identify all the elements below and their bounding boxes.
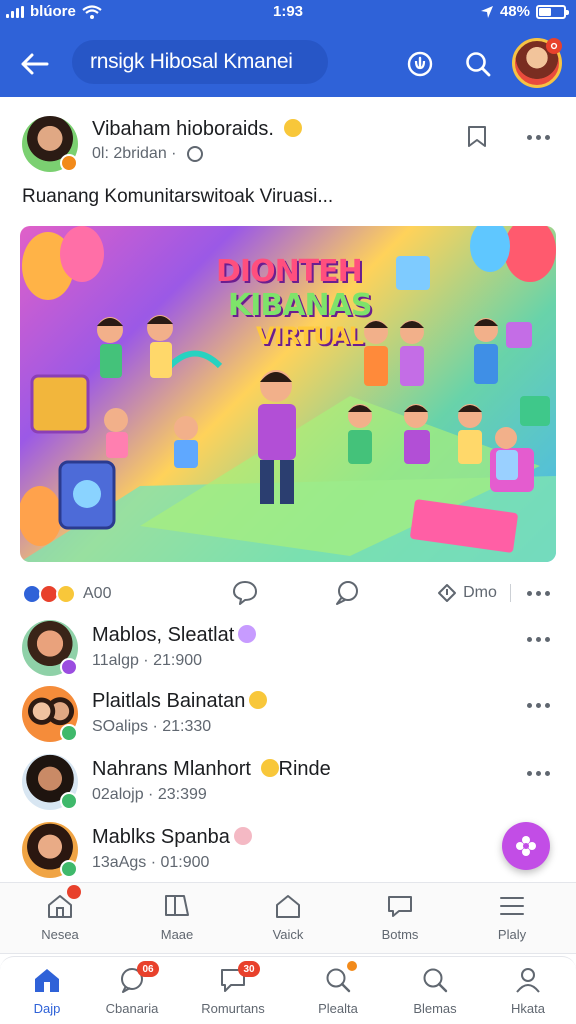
commenter-name[interactable]: Plaitlals Bainatan: [92, 690, 268, 713]
toolbar-badge: [67, 885, 81, 899]
banner-title-line-1: DIONTEH: [216, 254, 363, 289]
commenter-name[interactable]: Mablos, Sleatlat: [92, 624, 257, 647]
comment-more-button[interactable]: [518, 626, 558, 652]
commenter-name[interactable]: Nahrans Mlanhort Rinde: [92, 758, 331, 781]
nav-badge: 30: [238, 961, 260, 977]
battery-percent: 48%: [499, 3, 530, 20]
banner-title-line-3: VIRTUAL: [256, 322, 364, 350]
blush-emoji-icon: [233, 827, 252, 845]
more-dots-icon: [526, 134, 550, 140]
floating-action-button[interactable]: [502, 822, 550, 870]
comment-item[interactable]: Plaitlals Bainatan SOalips · 21:330: [0, 686, 576, 750]
comment-meta: 02alojp · 23:399: [92, 786, 207, 803]
more-dots-icon: [526, 702, 550, 708]
location-arrow-icon: [480, 5, 493, 18]
nav-item-cbanaria[interactable]: 06 Cbanaria: [77, 961, 187, 1023]
nav-item-hkata[interactable]: Hkata: [473, 965, 576, 1023]
commenter-badge: [60, 658, 78, 676]
toolbar-item-botms[interactable]: Botms: [350, 891, 450, 949]
smile-emoji-icon: [260, 759, 279, 777]
list-icon: [500, 897, 524, 915]
arrow-left-icon: [21, 53, 49, 75]
more-dots-icon: [526, 770, 550, 776]
post-more-button[interactable]: [518, 120, 558, 154]
haha-reaction-icon: [56, 584, 76, 604]
commenter-badge: [60, 860, 78, 878]
comment-meta: 13aAgs · 01:900: [92, 854, 210, 871]
save-post-button[interactable]: [460, 120, 494, 154]
alert-icon: [550, 42, 558, 50]
status-bar: blúore 1:93 48%: [0, 0, 576, 24]
toolbar-item-maae[interactable]: Maae: [127, 891, 227, 949]
search-icon: [466, 52, 491, 77]
power-icon: [407, 51, 433, 77]
smile-emoji-icon: [283, 119, 302, 137]
battery-icon: [536, 4, 569, 19]
nav-item-romurtans[interactable]: 30 Romurtans: [178, 961, 288, 1023]
comment-meta: 11algp · 21:900: [92, 652, 203, 669]
post-author-name[interactable]: Vibaham hioboraids.: [92, 118, 302, 141]
commenter-badge: [60, 724, 78, 742]
app-header: blúore 1:93 48% rnsigk Hibosal Kmanei: [0, 0, 576, 97]
comment-more-button[interactable]: [518, 760, 558, 786]
smile-emoji-icon: [249, 691, 268, 709]
notification-badge: [546, 38, 562, 54]
like-button[interactable]: [222, 578, 268, 608]
nav-badge: 06: [137, 961, 159, 977]
reaction-count: A00: [83, 585, 112, 602]
reaction-summary[interactable]: A00: [22, 582, 111, 606]
flower-icon: [516, 836, 536, 856]
globe-icon: [186, 146, 203, 162]
post-text: Ruanang Komunitarswitoak Viruasi...: [22, 186, 334, 207]
battery-level: [539, 7, 552, 16]
share-label: Dmo: [463, 584, 497, 601]
comment-icon: [336, 581, 358, 605]
nav-item-plealta[interactable]: Plealta: [283, 961, 393, 1023]
bottom-navigation: Dajp 06 Cbanaria 30 Romurtans Plealta Bl…: [0, 956, 576, 1024]
nav-dot: [347, 961, 357, 971]
commenter-name[interactable]: Mablks Spanba: [92, 826, 252, 849]
secondary-toolbar: Nesea Maae Vaick Botms Plaly: [0, 882, 576, 954]
comment-meta: SOalips · 21:330: [92, 718, 212, 735]
profile-icon: [516, 968, 540, 993]
actions-more-button[interactable]: [520, 580, 556, 606]
house-icon: [276, 895, 300, 918]
chat-icon: [388, 896, 412, 917]
power-button[interactable]: [400, 44, 440, 84]
sparkle-emoji-icon: [238, 625, 257, 643]
speech-bubble-icon: [233, 581, 257, 605]
page-title-field[interactable]: rnsigk Hibosal Kmanei: [72, 40, 328, 84]
bookmark-icon: [468, 126, 486, 147]
more-dots-icon: [526, 636, 550, 642]
comment-item[interactable]: Mablks Spanba 13aAgs · 01:900: [0, 822, 576, 886]
commenter-badge: [60, 792, 78, 810]
comment-item[interactable]: Nahrans Mlanhort Rinde 02alojp · 23:399: [0, 754, 576, 818]
comment-button[interactable]: [324, 578, 370, 608]
back-button[interactable]: [14, 44, 54, 84]
search-button[interactable]: [458, 44, 498, 84]
post-image[interactable]: DIONTEH KIBANAS VIRTUAL: [20, 226, 556, 562]
banner-title-line-2: KIBANAS: [228, 288, 372, 323]
divider: [510, 584, 511, 602]
search-person-icon: [326, 968, 351, 993]
toolbar-item-nesea[interactable]: Nesea: [10, 885, 110, 949]
share-button[interactable]: Dmo: [434, 578, 500, 608]
toolbar-item-vaick[interactable]: Vaick: [238, 891, 338, 949]
book-icon: [165, 895, 189, 916]
post-meta: 0l: 2bridan ·: [92, 145, 203, 163]
post-timestamp: 0l: 2bridan ·: [92, 145, 177, 162]
home-icon: [35, 969, 59, 992]
comment-more-button[interactable]: [518, 692, 558, 718]
author-status-badge: [60, 154, 78, 172]
share-icon: [438, 584, 457, 602]
toolbar-item-plaly[interactable]: Plaly: [462, 891, 562, 949]
search-icon: [423, 968, 448, 993]
comment-item[interactable]: Mablos, Sleatlat 11algp · 21:900: [0, 620, 576, 684]
more-dots-icon: [526, 590, 550, 596]
